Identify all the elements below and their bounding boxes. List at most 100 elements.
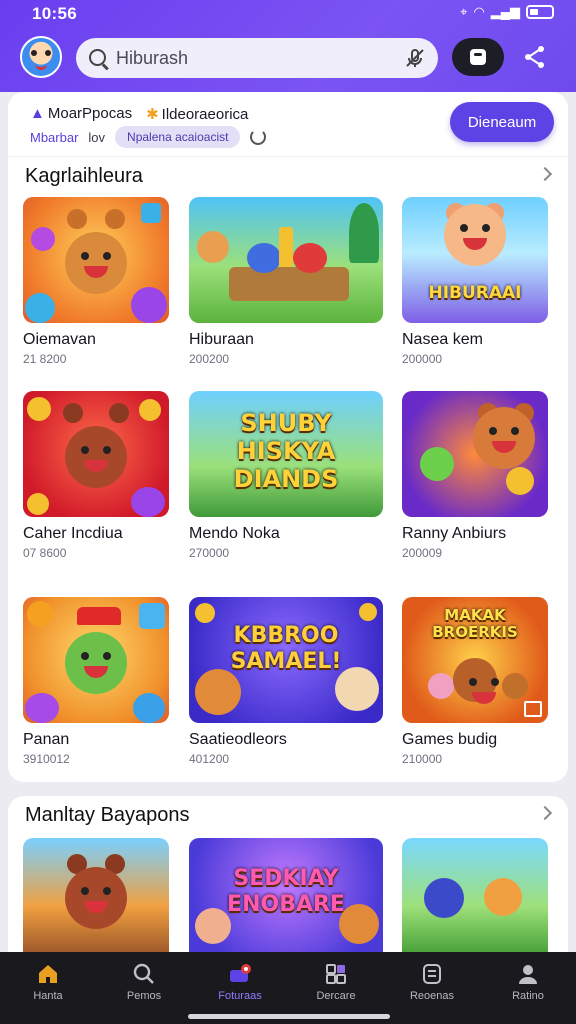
battery-icon	[526, 5, 554, 19]
banner-chip[interactable]: Npalena acaioacist	[115, 126, 241, 148]
nav-label: Foturaas	[218, 990, 262, 1002]
tile-subtitle: 07 8600	[23, 546, 67, 560]
nav-item-library[interactable]: Reoenas	[384, 952, 480, 1024]
game-tile[interactable]: Hiburaan 200200	[189, 197, 383, 366]
game-thumbnail: KBBROO SAMAEL!	[189, 597, 383, 723]
game-tile[interactable]: KBBROO SAMAEL! Saatieodleors 401200	[189, 597, 383, 766]
mic-off-icon[interactable]	[404, 47, 426, 69]
game-thumbnail	[23, 391, 169, 517]
banner-item-1-label: MoarPpocas	[47, 105, 133, 122]
banner-sub-2: lov	[88, 129, 106, 145]
tile-title: Oiemavan	[23, 331, 96, 348]
tile-subtitle: 401200	[189, 752, 230, 766]
thumb-logo-text: SEDKIAY ENOBARE	[227, 866, 345, 917]
chevron-right-icon[interactable]	[537, 805, 553, 821]
gift-icon	[524, 701, 542, 717]
tile-title: Nasea kem	[402, 331, 483, 348]
search-bar[interactable]: Hiburash	[76, 38, 438, 78]
search-icon	[133, 963, 154, 984]
status-time: 10:56	[32, 4, 77, 23]
status-icons: ⌖ ◠ ▂▄▆	[460, 4, 554, 20]
tile-subtitle: 210000	[402, 752, 443, 766]
nav-label: Reoenas	[409, 990, 455, 1002]
tile-subtitle: 21 8200	[23, 352, 67, 366]
share-icon[interactable]	[522, 44, 548, 70]
game-tile[interactable]: Oiemavan 21 8200	[23, 197, 169, 366]
tile-title: Panan	[23, 731, 70, 748]
download-button[interactable]: Dieneaum	[450, 102, 554, 142]
section-card-2: Manltay Bayapons SEDKIAY ENOBARE	[8, 796, 568, 966]
game-tile[interactable]	[402, 838, 548, 952]
game-thumbnail: SEDKIAY ENOBARE	[189, 838, 383, 952]
game-thumbnail	[23, 197, 169, 323]
star-icon: ✱	[146, 106, 159, 123]
nav-label: Pemos	[126, 990, 162, 1002]
chevron-right-icon[interactable]	[537, 166, 553, 182]
game-tile[interactable]: SEDKIAY ENOBARE	[189, 838, 383, 952]
status-bar: 10:56 ⌖ ◠ ▂▄▆	[0, 0, 576, 28]
avatar[interactable]	[20, 36, 62, 78]
featured-icon	[230, 964, 251, 982]
wifi-icon: ◠	[473, 4, 485, 19]
banner-item-2: ✱ Ildeoraeorica	[146, 105, 248, 123]
tile-subtitle: 3910012	[23, 752, 70, 766]
promo-banner: ▲ MoarPpocas ✱ Ildeoraeorica Mbarbar lov N…	[8, 92, 568, 156]
banner-sub-1: Mbarbar	[30, 129, 79, 145]
section-title: Kagrlaihleura	[25, 165, 143, 187]
game-thumbnail: HIBURAAI	[402, 197, 548, 323]
game-tile[interactable]: MAKAK BROERKIS Games budig 210000	[402, 597, 548, 766]
game-tile[interactable]: Panan 3910012	[23, 597, 169, 766]
home-indicator[interactable]	[188, 1014, 390, 1019]
library-icon	[423, 964, 441, 984]
game-thumbnail	[402, 838, 548, 952]
thumb-logo-text: MAKAK BROERKIS	[432, 606, 518, 641]
game-thumbnail	[23, 597, 169, 723]
section-title: Manltay Bayapons	[25, 804, 190, 826]
nav-item-home[interactable]: Hanta	[0, 952, 96, 1024]
app-header: 10:56 ⌖ ◠ ▂▄▆ Hiburash	[0, 0, 576, 92]
game-tile[interactable]: SHUBY HISKYA DIANDS Mendo Noka 270000	[189, 391, 383, 560]
tile-subtitle: 200200	[189, 352, 230, 366]
signal-icon: ▂▄▆	[490, 4, 520, 19]
nav-item-search[interactable]: Pemos	[96, 952, 192, 1024]
triangle-icon: ▲	[30, 105, 45, 122]
game-thumbnail: MAKAK BROERKIS	[402, 597, 548, 723]
home-icon	[39, 965, 57, 983]
banner-item-2-label: Ildeoraeorica	[161, 106, 249, 123]
game-thumbnail	[189, 197, 383, 323]
tile-title: Games budig	[402, 731, 498, 748]
thumb-logo-text: KBBROO SAMAEL!	[230, 623, 342, 674]
game-tile[interactable]: HIBURAAI Nasea kem 200000	[402, 197, 548, 366]
game-thumbnail	[402, 391, 548, 517]
refresh-icon[interactable]	[250, 129, 267, 145]
tile-title: Caher Incdiua	[23, 525, 123, 542]
nav-label: Dercare	[316, 990, 356, 1002]
tile-title: Hiburaan	[189, 331, 254, 348]
thumb-logo-text: HIBURAAI	[428, 283, 522, 303]
account-button[interactable]	[452, 38, 504, 76]
nav-label: Hanta	[33, 990, 63, 1002]
nav-item-profile[interactable]: Ratino	[480, 952, 576, 1024]
tile-title: Mendo Noka	[189, 525, 280, 542]
game-tile[interactable]: Caher Incdiua 07 8600	[23, 391, 169, 560]
profile-icon	[519, 965, 537, 984]
game-thumbnail: SHUBY HISKYA DIANDS	[189, 391, 383, 517]
grid-icon	[326, 964, 346, 984]
game-tile[interactable]	[23, 838, 169, 952]
section-card-1: Kagrlaihleura Oiemavan 21 8200 Hiburaan …	[8, 156, 568, 782]
game-thumbnail	[23, 838, 169, 952]
location-icon: ⌖	[460, 4, 468, 19]
search-input[interactable]: Hiburash	[116, 48, 188, 69]
account-icon	[470, 49, 486, 65]
thumb-logo-text: SHUBY HISKYA DIANDS	[233, 409, 339, 493]
banner-item-1: ▲ MoarPpocas	[30, 105, 132, 123]
banner-subline: Mbarbar lov Npalena acaioacist	[30, 126, 267, 148]
tile-title: Saatieodleors	[189, 731, 287, 748]
nav-label: Ratino	[512, 990, 544, 1002]
tile-subtitle: 270000	[189, 546, 230, 560]
game-tile[interactable]: Ranny Anbiurs 200009	[402, 391, 548, 560]
tile-subtitle: 200009	[402, 546, 443, 560]
banner-headline: ▲ MoarPpocas ✱ Ildeoraeorica	[30, 105, 248, 123]
tile-subtitle: 200000	[402, 352, 443, 366]
tile-title: Ranny Anbiurs	[402, 525, 507, 542]
